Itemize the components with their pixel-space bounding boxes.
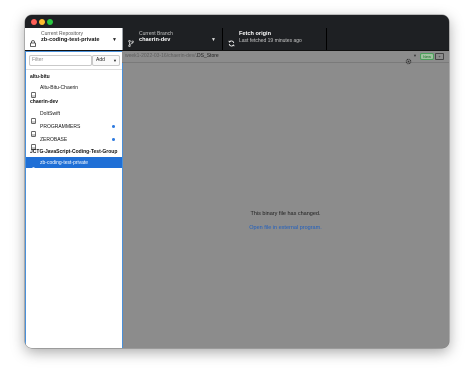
- binary-file-message: This binary file has changed.: [250, 211, 321, 217]
- repo-item-label: ZEROBASE: [40, 137, 68, 143]
- branch-name: chaerin-dev: [139, 37, 171, 43]
- toolbar: Current Repository zb-coding-test-privat…: [25, 15, 449, 51]
- file-status-badge: New: [420, 53, 435, 60]
- fetch-title: Fetch origin: [239, 31, 272, 37]
- branch-icon: [128, 34, 134, 52]
- repo-item-label: PROGRAMMERS: [40, 124, 81, 130]
- gear-icon[interactable]: [405, 52, 412, 70]
- current-branch-dropdown[interactable]: Current Branch chaerin-dev ▼: [123, 28, 223, 50]
- repo-item-label: zb-coding-test-private: [40, 160, 89, 166]
- fetch-subtitle: Last fetched 19 minutes ago: [239, 37, 302, 44]
- repo-item-programmers[interactable]: PROGRAMMERS: [26, 121, 122, 137]
- repo-item-zerobase[interactable]: ZEROBASE: [26, 134, 122, 150]
- repo-item-label: Altu-Bitu-Chaerin: [40, 85, 79, 91]
- group-header-chaerin-dev: chaerin-dev: [30, 99, 59, 105]
- diff-options-button[interactable]: +: [435, 53, 444, 60]
- chevron-down-icon: ▼: [113, 58, 117, 63]
- sync-icon: [228, 34, 235, 52]
- repository-name: zb-coding-test-private: [41, 37, 100, 43]
- group-header-jctg: JCTG-JavaScript-Coding-Test-Group: [30, 149, 118, 155]
- file-path-directory: week1-2022-03-16/chaerin-dev/: [125, 53, 196, 59]
- filter-input[interactable]: Filter: [29, 55, 92, 66]
- zoom-window-button[interactable]: [47, 19, 53, 25]
- repo-item-doitswift[interactable]: DoItSwift: [26, 108, 122, 124]
- chevron-down-icon: ▼: [211, 37, 216, 43]
- repo-item-zb-coding-test-private[interactable]: zb-coding-test-private: [26, 157, 122, 173]
- fetch-origin-button[interactable]: Fetch origin Last fetched 19 minutes ago: [223, 28, 327, 50]
- repo-item-altu-bitu-chaerin[interactable]: Altu-Bitu-Chaerin: [26, 82, 122, 98]
- open-in-external-program-link[interactable]: Open file in external program.: [122, 225, 449, 231]
- add-repository-button[interactable]: Add ▼: [92, 55, 120, 66]
- changes-indicator-dot: [112, 138, 115, 141]
- file-path-bar: week1-2022-03-16/chaerin-dev/.DS_Store ▼…: [122, 51, 449, 65]
- file-path: week1-2022-03-16/chaerin-dev/.DS_Store: [125, 53, 219, 59]
- lock-icon: [31, 160, 36, 178]
- chevron-down-icon: ▼: [112, 37, 117, 43]
- repository-list-panel: Filter Add ▼ altu-bitu Altu-Bitu-Chaerin…: [25, 51, 123, 348]
- group-header-altu-bitu: altu-bitu: [30, 74, 50, 80]
- filter-row: Filter Add ▼: [26, 52, 122, 70]
- repo-item-label: DoItSwift: [40, 111, 61, 117]
- lock-icon: [30, 34, 36, 52]
- current-repository-dropdown[interactable]: Current Repository zb-coding-test-privat…: [25, 28, 123, 50]
- app-window: Current Repository zb-coding-test-privat…: [25, 15, 449, 348]
- minimize-window-button[interactable]: [39, 19, 45, 25]
- add-button-label: Add: [96, 57, 105, 63]
- file-path-filename: .DS_Store: [195, 53, 219, 59]
- changes-indicator-dot: [112, 125, 115, 128]
- chevron-down-icon[interactable]: ▼: [413, 53, 417, 58]
- close-window-button[interactable]: [31, 19, 37, 25]
